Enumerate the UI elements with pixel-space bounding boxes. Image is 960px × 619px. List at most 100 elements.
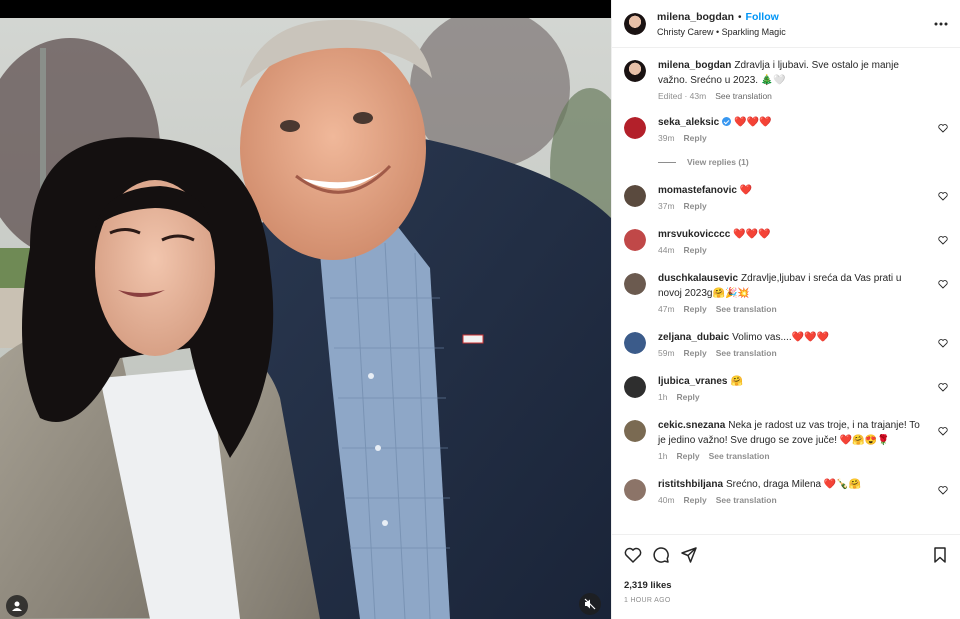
separator-dot: • (738, 11, 742, 23)
comment-username[interactable]: seka_aleksic (658, 117, 719, 128)
reply-button[interactable]: Reply (684, 495, 707, 505)
like-comment-heart-icon[interactable] (938, 123, 948, 133)
like-comment-heart-icon[interactable] (938, 279, 948, 289)
comment-body: duschkalausevic Zdravlje,ljubav i sreća d… (658, 271, 948, 314)
reply-button[interactable]: Reply (684, 304, 707, 314)
comment-body: seka_aleksic ❤️❤️❤️ 39m Reply (658, 115, 948, 143)
comment-username[interactable]: ristitshbiljana (658, 479, 723, 490)
comment-body: mrsvukovicccc ❤️❤️❤️ 44m Reply (658, 227, 948, 255)
like-comment-heart-icon[interactable] (938, 426, 948, 436)
comment-time: 39m (658, 133, 675, 143)
bookmark-save-icon[interactable] (931, 546, 949, 564)
comment-text: mrsvukovicccc ❤️❤️❤️ (658, 227, 928, 242)
reply-button[interactable]: Reply (676, 392, 699, 402)
comment-meta: 40m Reply See translation (658, 495, 928, 505)
comment-username[interactable]: ljubica_vranes (658, 376, 727, 387)
reply-button[interactable]: Reply (676, 451, 699, 461)
reply-button[interactable]: Reply (684, 133, 707, 143)
comment-body: ristitshbiljana Srećno, draga Milena ❤️🍾🤗… (658, 477, 948, 505)
comment-bubble-icon[interactable] (652, 546, 670, 564)
more-horizontal-icon (934, 22, 948, 25)
view-replies-label: View replies (1) (687, 157, 749, 167)
caption-body: milena_bogdan Zdravlja i ljubavi. Sve ost… (658, 58, 948, 101)
avatar[interactable] (624, 479, 646, 501)
comment-item: mrsvukovicccc ❤️❤️❤️ 44m Reply (624, 227, 948, 255)
comment-text: duschkalausevic Zdravlje,ljubav i sreća d… (658, 271, 928, 301)
comment-content: ❤️❤️❤️ (734, 117, 772, 128)
comment-body: cekic.snezana Neka je radost uz vas troje… (658, 418, 948, 461)
comment-meta: 44m Reply (658, 245, 928, 255)
see-translation-button[interactable]: See translation (716, 304, 777, 314)
comment-time: 40m (658, 495, 675, 505)
post-media-pane (0, 0, 611, 619)
like-comment-heart-icon[interactable] (938, 235, 948, 245)
comment-text: seka_aleksic ❤️❤️❤️ (658, 115, 928, 130)
avatar[interactable] (624, 12, 646, 35)
verified-badge-icon (722, 117, 732, 126)
comment-item: duschkalausevic Zdravlje,ljubav i sreća d… (624, 271, 948, 314)
see-translation-button[interactable]: See translation (716, 348, 777, 358)
audio-track[interactable]: Christy Carew • Sparkling Magic (657, 25, 932, 39)
likes-count[interactable]: 2,319 likes (624, 580, 949, 591)
caption-time: Edited · 43m (658, 91, 707, 101)
comment-content: ❤️❤️❤️ (733, 229, 771, 240)
comment-username[interactable]: momastefanovic (658, 185, 737, 196)
see-translation-button[interactable]: See translation (709, 451, 770, 461)
post-photo[interactable] (0, 18, 611, 619)
like-comment-heart-icon[interactable] (938, 338, 948, 348)
see-translation-button[interactable]: See translation (716, 495, 777, 505)
comment-item: ljubica_vranes 🤗 1h Reply (624, 374, 948, 402)
like-comment-heart-icon[interactable] (938, 485, 948, 495)
caption-text: milena_bogdan Zdravlja i ljubavi. Sve ost… (658, 58, 928, 88)
like-comment-heart-icon[interactable] (938, 382, 948, 392)
avatar[interactable] (624, 273, 646, 295)
comment-username[interactable]: zeljana_dubaic (658, 332, 729, 343)
post-photo-art (0, 18, 611, 619)
avatar[interactable] (624, 229, 646, 251)
comments-list[interactable]: milena_bogdan Zdravlja i ljubavi. Sve ost… (612, 48, 960, 534)
more-options-button[interactable] (932, 15, 950, 33)
post-author-username[interactable]: milena_bogdan (657, 11, 734, 23)
post-side-panel: milena_bogdan • Follow Christy Carew • Spa… (611, 0, 960, 619)
avatar[interactable] (624, 332, 646, 354)
avatar[interactable] (624, 117, 646, 139)
comment-username[interactable]: duschkalausevic (658, 273, 738, 284)
avatar[interactable] (624, 376, 646, 398)
like-heart-icon[interactable] (624, 546, 642, 564)
comment-text: ristitshbiljana Srećno, draga Milena ❤️🍾🤗 (658, 477, 928, 492)
comment-item: seka_aleksic ❤️❤️❤️ 39m Reply (624, 115, 948, 143)
comment-item: cekic.snezana Neka je radost uz vas troje… (624, 418, 948, 461)
follow-button[interactable]: Follow (746, 11, 779, 23)
reply-button[interactable]: Reply (684, 348, 707, 358)
post-header-text: milena_bogdan • Follow Christy Carew • Spa… (657, 9, 932, 39)
comment-content: ❤️ (739, 185, 753, 196)
divider-line (658, 161, 676, 163)
like-comment-heart-icon[interactable] (938, 191, 948, 201)
avatar[interactable] (624, 420, 646, 442)
view-replies-button[interactable]: View replies (1) (658, 157, 948, 167)
avatar[interactable] (624, 60, 646, 82)
comment-content: Srećno, draga Milena ❤️🍾🤗 (726, 479, 862, 490)
caption: milena_bogdan Zdravlja i ljubavi. Sve ost… (624, 58, 948, 101)
comment-username[interactable]: cekic.snezana (658, 420, 725, 431)
tagged-users-button[interactable] (6, 595, 28, 617)
comment-time: 1h (658, 392, 668, 402)
speaker-muted-icon (584, 598, 596, 610)
see-translation-button[interactable]: See translation (715, 91, 772, 101)
reply-button[interactable]: Reply (684, 245, 707, 255)
comment-item: zeljana_dubaic Volimo vas....❤️❤️❤️ 59m Re… (624, 330, 948, 358)
caption-username[interactable]: milena_bogdan (658, 60, 731, 71)
share-send-icon[interactable] (680, 546, 698, 564)
comment-time: 37m (658, 201, 675, 211)
comment-time: 59m (658, 348, 675, 358)
comment-text: zeljana_dubaic Volimo vas....❤️❤️❤️ (658, 330, 928, 345)
avatar[interactable] (624, 185, 646, 207)
mute-button[interactable] (579, 593, 601, 615)
comment-text: momastefanovic ❤️ (658, 183, 928, 198)
comment-meta: 37m Reply (658, 201, 928, 211)
post-actions: 2,319 likes 1 HOUR AGO (612, 534, 960, 619)
comment-meta: 39m Reply (658, 133, 928, 143)
comment-username[interactable]: mrsvukovicccc (658, 229, 730, 240)
reply-button[interactable]: Reply (684, 201, 707, 211)
comment-time: 44m (658, 245, 675, 255)
